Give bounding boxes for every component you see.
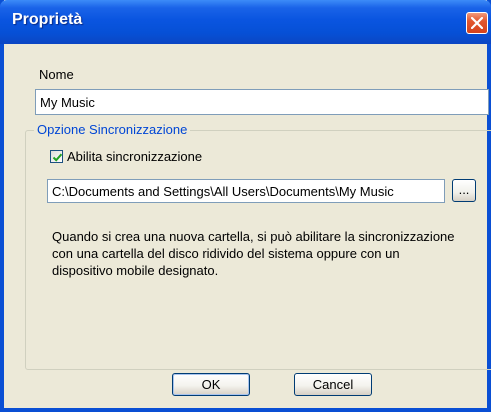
checkmark-icon [52, 153, 63, 162]
enable-sync-label: Abilita sincronizzazione [67, 149, 203, 164]
enable-sync-checkbox[interactable] [50, 150, 63, 163]
ok-button[interactable]: OK [172, 373, 250, 396]
sync-path-field[interactable]: C:\Documents and Settings\All Users\Docu… [47, 179, 445, 203]
sync-group-title: Opzione Sincronizzazione [34, 122, 191, 137]
title-bar[interactable]: Proprietà [0, 0, 491, 44]
properties-dialog: Proprietà Nome My Music Opzione Sincroni… [0, 0, 491, 412]
dialog-content: Nome My Music Opzione Sincronizzazione A… [4, 44, 491, 408]
close-button[interactable] [466, 12, 488, 34]
name-label: Nome [39, 67, 74, 82]
browse-button[interactable]: ... [452, 179, 476, 202]
name-field[interactable]: My Music [35, 89, 489, 115]
close-icon [471, 17, 483, 29]
cancel-button[interactable]: Cancel [294, 373, 372, 396]
sync-description: Quando si crea una nuova cartella, si pu… [52, 229, 455, 278]
dialog-title: Proprietà [12, 11, 83, 28]
